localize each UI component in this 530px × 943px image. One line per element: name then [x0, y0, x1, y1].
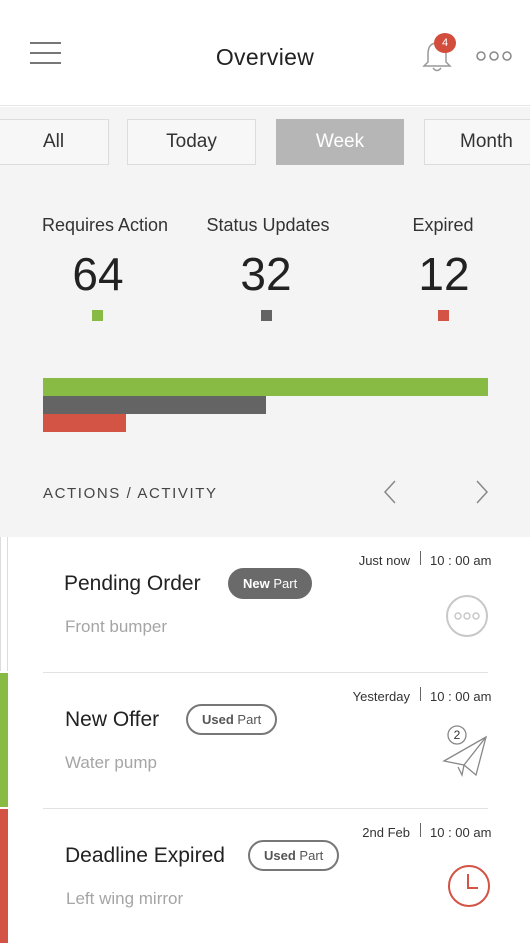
item-time: 10 : 00 am — [430, 553, 492, 568]
more-icon[interactable] — [476, 50, 512, 62]
item-date: Yesterday — [352, 689, 410, 704]
chevron-right-icon[interactable] — [473, 479, 491, 505]
divider — [420, 687, 421, 701]
plane-count: 2 — [454, 728, 461, 742]
item-title: Pending Order — [64, 572, 201, 595]
list-item[interactable]: Yesterday 10 : 00 am New Offer Used Part… — [0, 673, 530, 809]
list-item[interactable]: 2nd Feb 10 : 00 am Deadline Expired Used… — [0, 809, 530, 943]
overview-panel: All Today Week Month Requires Action 64 … — [0, 107, 530, 537]
item-subtitle: Water pump — [65, 753, 157, 772]
stat-value-requires-action: 64 — [72, 248, 124, 300]
app-header: Overview 4 — [0, 0, 530, 106]
tab-month[interactable]: Month — [424, 119, 530, 165]
bar-expired — [43, 414, 127, 432]
divider — [420, 551, 421, 565]
part-tag-label: Part — [237, 712, 262, 727]
activity-list: Just now 10 : 00 am Pending Order New Pa… — [0, 537, 530, 943]
item-subtitle: Front bumper — [65, 617, 168, 636]
part-tag: New Part — [228, 568, 313, 599]
stat-value-status-updates: 32 — [240, 248, 292, 300]
tab-week[interactable]: Week — [276, 119, 404, 165]
tab-all[interactable]: All — [0, 119, 109, 165]
status-stripe — [0, 673, 8, 807]
list-item[interactable]: Just now 10 : 00 am Pending Order New Pa… — [0, 537, 530, 673]
item-time: 10 : 00 am — [430, 689, 492, 704]
paper-plane-icon[interactable]: 2 — [440, 725, 490, 777]
stat-marker-status-updates — [261, 310, 272, 321]
part-tag-label: Part — [273, 576, 298, 591]
stat-label-status-updates: Status Updates — [206, 215, 330, 235]
part-tag-label: Part — [299, 848, 324, 863]
stat-label-requires-action: Requires Action — [41, 215, 169, 235]
divider — [420, 823, 421, 837]
notification-badge: 4 — [434, 33, 456, 53]
item-subtitle: Left wing mirror — [66, 889, 184, 908]
item-title: New Offer — [65, 708, 160, 731]
part-tag-type: Used — [264, 848, 296, 863]
stat-value-expired: 12 — [418, 248, 470, 300]
status-stripe — [0, 537, 8, 671]
bar-status-updates — [43, 396, 266, 414]
item-time: 10 : 00 am — [430, 825, 492, 840]
item-title: Deadline Expired — [65, 844, 225, 867]
item-date: 2nd Feb — [362, 825, 410, 840]
part-tag: Used Part — [248, 840, 340, 871]
part-tag: Used Part — [186, 704, 278, 735]
part-tag-type: Used — [202, 712, 234, 727]
more-circle-icon[interactable] — [444, 593, 490, 639]
clock-icon[interactable] — [446, 863, 492, 909]
section-title: ACTIONS / ACTIVITY — [43, 485, 218, 502]
stat-marker-requires-action — [92, 310, 103, 321]
stat-label-expired: Expired — [412, 215, 474, 235]
chevron-left-icon[interactable] — [381, 479, 399, 505]
part-tag-type: New — [243, 576, 270, 591]
tab-today[interactable]: Today — [127, 119, 256, 165]
item-date: Just now — [358, 553, 410, 568]
bar-requires-action — [43, 378, 488, 396]
stat-marker-expired — [438, 310, 449, 321]
status-stripe — [0, 809, 8, 943]
